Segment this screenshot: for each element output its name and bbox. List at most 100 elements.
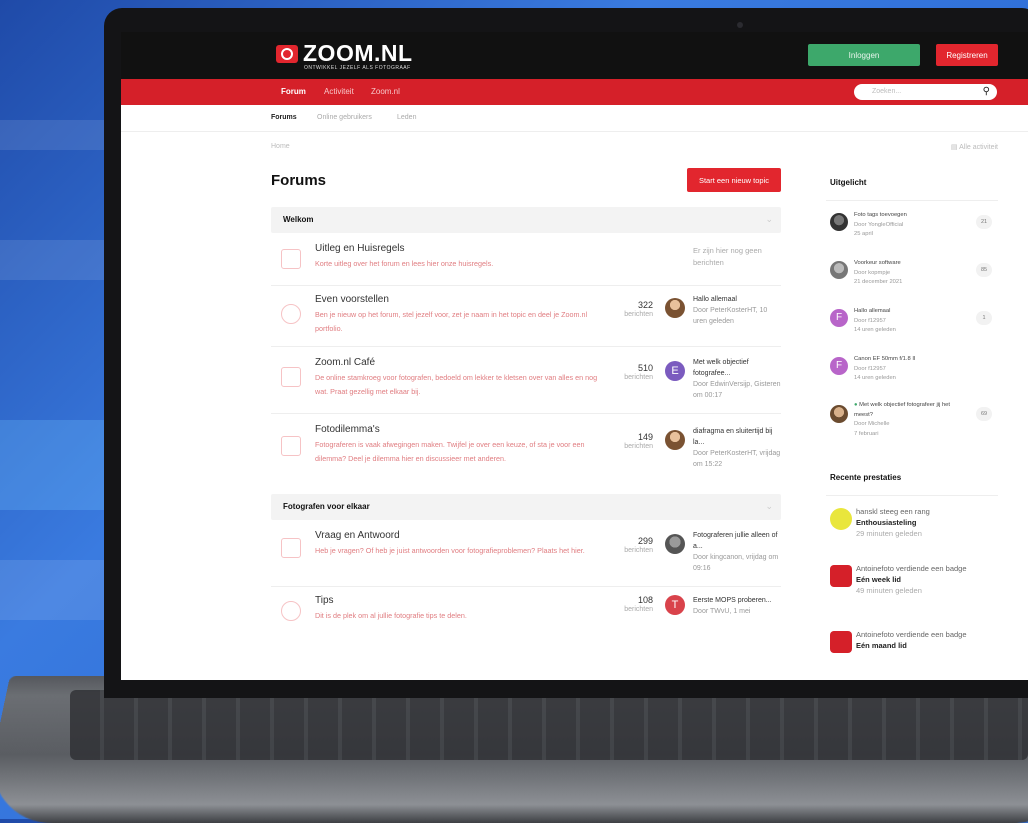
search-input[interactable]: Zoeken... ⚲ xyxy=(854,84,997,100)
achievement-rank: Enthousiasteling xyxy=(856,518,917,527)
post-count-label: berichten xyxy=(624,311,653,318)
forum-description: Fotograferen is vaak afwegingen maken. T… xyxy=(315,440,585,463)
last-post-meta: Door kingcanon, vrijdag om 09:16 xyxy=(693,554,779,572)
all-activity-label: Alle activiteit xyxy=(959,144,998,151)
avatar[interactable]: T xyxy=(665,595,685,615)
avatar[interactable]: E xyxy=(665,361,685,381)
last-post-meta: Door TWvU, 1 mei xyxy=(693,608,751,615)
forum-description: De online stamkroeg voor fotografen, bed… xyxy=(315,373,598,396)
featured-title[interactable]: Voorkeur software xyxy=(854,260,901,266)
forum-description: Korte uitleg over het forum en lees hier… xyxy=(315,259,494,268)
featured-item[interactable]: ● Met welk objectief fotografeer jij het… xyxy=(826,399,998,463)
breadcrumb[interactable]: Home xyxy=(271,143,290,150)
forum-row[interactable]: Even voorstellen Ben je nieuw op het for… xyxy=(271,286,781,347)
logo-text: ZOOM.NL xyxy=(303,40,413,66)
achievement-time: 29 minuten geleden xyxy=(856,529,922,538)
last-post-title[interactable]: diafragma en sluitertijd bij la... xyxy=(693,428,772,446)
forum-row[interactable]: Uitleg en Huisregels Korte uitleg over h… xyxy=(271,233,781,286)
forum-title[interactable]: Tips xyxy=(315,595,334,606)
last-post-title[interactable]: Met welk objectief fotografee... xyxy=(693,359,749,377)
search-placeholder: Zoeken... xyxy=(872,88,902,95)
post-count: 149 xyxy=(637,432,653,442)
forum-title[interactable]: Vraag en Antwoord xyxy=(315,530,400,541)
featured-item[interactable]: Foto tags toevoegen Door YongleOfficial 25… xyxy=(826,207,998,255)
forum-row[interactable]: Vraag en Antwoord Heb je vragen? Of heb … xyxy=(271,520,781,587)
chevron-down-icon[interactable]: ⌄ xyxy=(765,501,773,512)
qa-icon xyxy=(281,538,301,558)
calendar-badge-icon xyxy=(830,631,852,653)
last-post-title[interactable]: Eerste MOPS proberen... xyxy=(693,597,772,604)
forum-description: Ben je nieuw op het forum, stel jezelf v… xyxy=(315,310,588,333)
register-button[interactable]: Registreren xyxy=(936,44,998,66)
site-logo[interactable]: ZOOM.NL xyxy=(276,40,413,67)
featured-item[interactable]: Voorkeur software Door kopmpje 21 december… xyxy=(826,255,998,303)
featured-item[interactable]: F Hallo allemaal Door f12957 14 uren geled… xyxy=(826,303,998,351)
avatar[interactable] xyxy=(665,534,685,554)
subnav-online-users[interactable]: Online gebruikers xyxy=(317,114,372,121)
forum-title[interactable]: Uitleg en Huisregels xyxy=(315,243,405,254)
last-post-meta: Door PeterKosterHT, vrijdag om 15:22 xyxy=(693,450,781,468)
forum-title[interactable]: Even voorstellen xyxy=(315,294,389,305)
category-header[interactable]: Welkom ⌄ xyxy=(271,207,781,233)
forum-title[interactable]: Fotodilemma's xyxy=(315,424,380,435)
avatar[interactable] xyxy=(665,298,685,318)
calendar-badge-icon xyxy=(830,565,852,587)
featured-author: Door f12957 xyxy=(854,317,886,324)
subnav-leden[interactable]: Leden xyxy=(397,114,416,121)
all-activity-link[interactable]: ▤ Alle activiteit xyxy=(951,143,998,151)
last-post-title[interactable]: Fotograferen jullie alleen of a... xyxy=(693,532,777,550)
forum-row[interactable]: Zoom.nl Café De online stamkroeg voor fo… xyxy=(271,347,781,414)
logo-tagline: ONTWIKKEL JEZELF ALS FOTOGRAAF xyxy=(304,65,411,71)
search-icon[interactable]: ⚲ xyxy=(983,86,990,97)
forum-row[interactable]: Fotodilemma's Fotograferen is vaak afweg… xyxy=(271,414,781,494)
forum-row[interactable]: Tips Dit is de plek om al jullie fotogra… xyxy=(271,587,781,627)
featured-author: Door kopmpje xyxy=(854,269,891,276)
nav-zoomnl[interactable]: Zoom.nl xyxy=(371,87,400,96)
achievement-badge: Eén week lid xyxy=(856,575,902,584)
forum-description: Heb je vragen? Of heb je juist antwoorde… xyxy=(315,546,585,555)
avatar[interactable]: F xyxy=(830,309,848,327)
webcam-icon xyxy=(737,22,743,28)
reply-count: 69 xyxy=(976,407,992,421)
forum-list: Forums Start een nieuw topic Welkom ⌄ Ui… xyxy=(271,168,781,627)
avatar[interactable] xyxy=(830,261,848,279)
achievement-text: hanskl steeg een rang xyxy=(856,507,930,516)
chevron-down-icon[interactable]: ⌄ xyxy=(765,214,773,225)
featured-title[interactable]: Canon EF 50mm f/1.8 II xyxy=(854,356,916,362)
subnav-forums[interactable]: Forums xyxy=(271,114,297,121)
avatar[interactable] xyxy=(830,213,848,231)
category-header[interactable]: Fotografen voor elkaar ⌄ xyxy=(271,494,781,520)
last-post-meta: Door EdwinVersijp, Gisteren om 00:17 xyxy=(693,381,781,399)
post-count-label: berichten xyxy=(624,606,653,613)
achievement-item[interactable]: Antoinefoto verdiende een badge Eén maand… xyxy=(826,625,998,682)
achievement-item[interactable]: hanskl steeg een rang Enthousiasteling 29 … xyxy=(826,502,998,559)
reply-count: 85 xyxy=(976,263,992,277)
laptop-keyboard xyxy=(70,690,1028,760)
lightbulb-icon xyxy=(281,601,301,621)
achievement-item[interactable]: Antoinefoto verdiende een badge Eén week … xyxy=(826,559,998,625)
sidebar: Uitgelicht Foto tags toevoegen Door Yongl… xyxy=(826,172,998,682)
post-count: 322 xyxy=(637,300,653,310)
featured-time: 14 uren geleden xyxy=(854,375,896,381)
last-post-title[interactable]: Hallo allemaal xyxy=(693,296,737,303)
post-count: 299 xyxy=(637,536,653,546)
avatar[interactable] xyxy=(830,405,848,423)
avatar[interactable] xyxy=(665,430,685,450)
scale-icon xyxy=(281,436,301,456)
person-icon xyxy=(281,304,301,324)
pinned-dot-icon: ● xyxy=(854,402,858,408)
achievement-text: Antoinefoto verdiende een badge xyxy=(856,630,967,639)
featured-title[interactable]: Foto tags toevoegen xyxy=(854,212,907,218)
rank-icon xyxy=(830,508,852,530)
nav-forum[interactable]: Forum xyxy=(281,87,306,96)
nav-activiteit[interactable]: Activiteit xyxy=(324,87,354,96)
featured-title[interactable]: Met welk objectief fotografeer jij het m… xyxy=(854,402,950,418)
avatar[interactable]: F xyxy=(830,357,848,375)
login-button[interactable]: Inloggen xyxy=(808,44,920,66)
site-header: ZOOM.NL ONTWIKKEL JEZELF ALS FOTOGRAAF I… xyxy=(121,32,1028,79)
forum-description: Dit is de plek om al jullie fotografie t… xyxy=(315,611,467,620)
featured-item[interactable]: F Canon EF 50mm f/1.8 II Door f12957 14 ur… xyxy=(826,351,998,399)
forum-title[interactable]: Zoom.nl Café xyxy=(315,357,375,368)
featured-title[interactable]: Hallo allemaal xyxy=(854,308,890,314)
new-topic-button[interactable]: Start een nieuw topic xyxy=(687,168,781,192)
